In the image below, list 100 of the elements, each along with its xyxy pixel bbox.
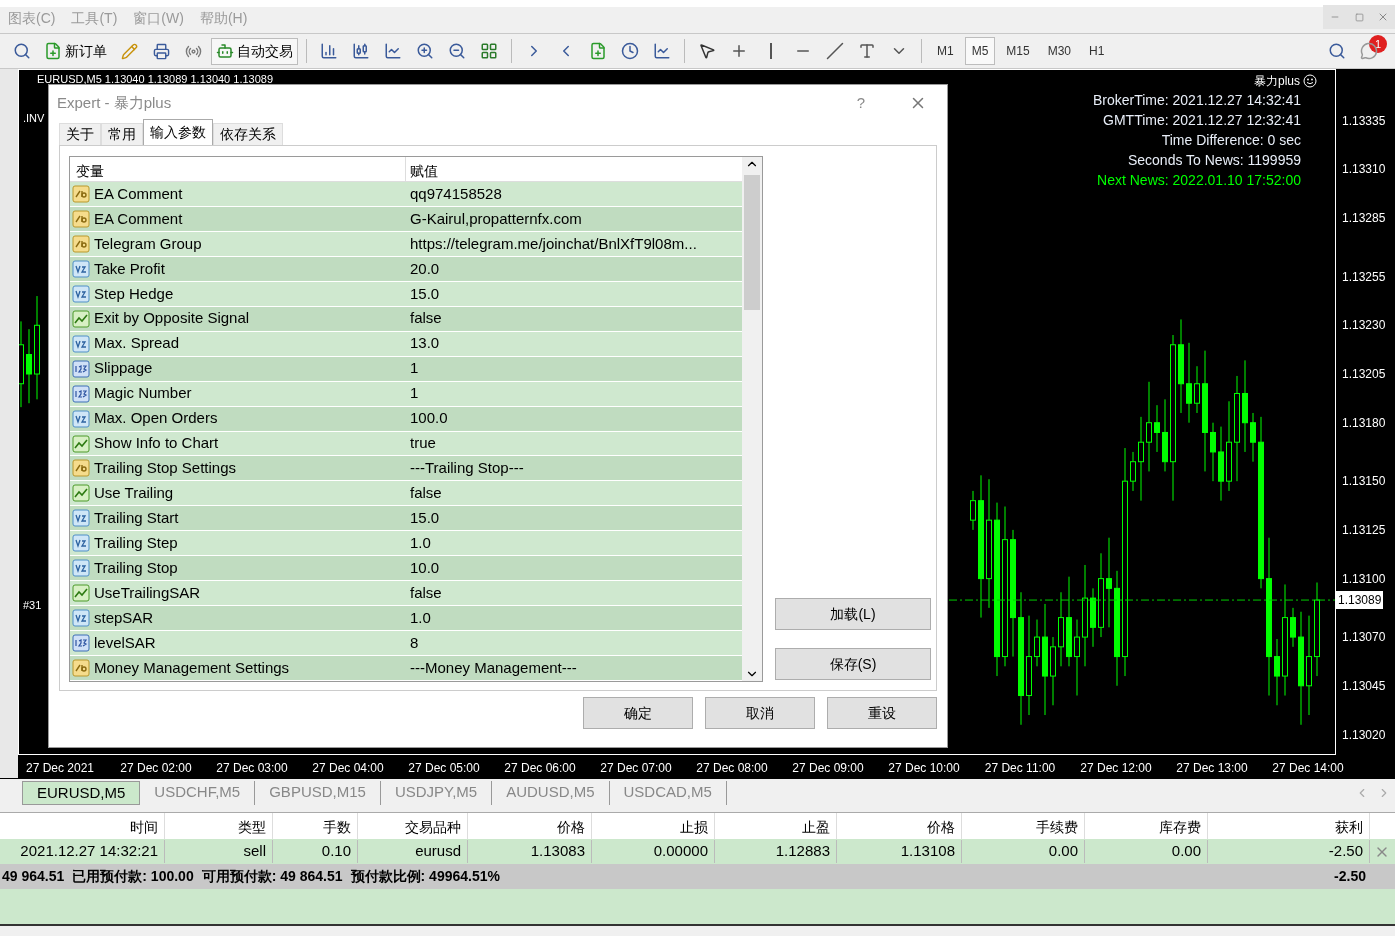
- timeframe-button[interactable]: M1: [930, 37, 961, 65]
- parameter-value[interactable]: 1.0: [406, 606, 742, 630]
- time-label: 27 Dec 02:00: [120, 760, 192, 777]
- price-label: 1.13255: [1342, 268, 1386, 286]
- parameter-value[interactable]: ---Trailing Stop---: [406, 457, 742, 480]
- dialog-button[interactable]: 取消: [705, 697, 815, 729]
- chart-info-text: Next News: 2022.01.10 17:52:00: [1097, 171, 1301, 190]
- candle-body: [1114, 587, 1120, 658]
- candle-body: [1226, 441, 1232, 482]
- parameter-value[interactable]: 10.0: [406, 557, 742, 580]
- smiley-icon: [1303, 74, 1317, 88]
- parameter-value[interactable]: false: [406, 482, 742, 505]
- parameter-name[interactable]: Slippage: [94, 357, 153, 380]
- parameter-value[interactable]: 8: [406, 631, 742, 655]
- scrollbar-thumb[interactable]: [744, 175, 760, 310]
- dialog-tab[interactable]: 常用: [101, 123, 143, 145]
- column-header[interactable]: 变量: [70, 157, 406, 181]
- parameter-name[interactable]: Max. Spread: [94, 332, 180, 355]
- candle-body: [1130, 461, 1136, 482]
- chart-info-text: Time Difference: 0 sec: [1161, 131, 1301, 150]
- candle-body: [1074, 636, 1080, 658]
- parameter-value[interactable]: 100.0: [406, 407, 742, 430]
- parameter-name[interactable]: EA Comment: [94, 182, 183, 206]
- time-label: 27 Dec 11:00: [984, 760, 1056, 777]
- timeframe-button[interactable]: M5: [964, 37, 996, 65]
- parameter-value[interactable]: 13.0: [406, 332, 742, 355]
- parameter-value[interactable]: 1.0: [406, 532, 742, 555]
- parameter-name[interactable]: Take Profit: [94, 257, 165, 281]
- dialog-button[interactable]: 加载(L): [775, 598, 931, 630]
- parameter-name[interactable]: Use Trailing: [94, 482, 174, 505]
- parameter-value[interactable]: 15.0: [406, 282, 742, 306]
- parameter-name[interactable]: Trailing Stop Settings: [94, 457, 237, 480]
- integer-type-icon: [72, 384, 90, 403]
- new-order-button[interactable]: 新订单: [40, 40, 111, 62]
- parameter-value[interactable]: false: [406, 307, 742, 330]
- parameter-value[interactable]: https://telegram.me/joinchat/BnlXfT9l08m...: [406, 232, 742, 256]
- candle-body: [1290, 617, 1296, 638]
- price-label: 1.13045: [1342, 677, 1386, 695]
- time-label: 27 Dec 09:00: [792, 760, 864, 777]
- dialog-tab[interactable]: 依存关系: [213, 123, 283, 145]
- parameter-name[interactable]: Magic Number: [94, 382, 192, 405]
- candle-body: [1066, 617, 1072, 658]
- candle-wick: [1212, 422, 1214, 482]
- parameter-value[interactable]: G-Kairul,propatternfx.com: [406, 207, 742, 231]
- auto-trading-button[interactable]: 自动交易: [211, 37, 298, 65]
- timeframe-button[interactable]: M30: [1040, 37, 1079, 65]
- dialog-button[interactable]: 重设: [827, 697, 937, 729]
- parameter-value[interactable]: ---Money Management---: [406, 656, 742, 680]
- decimal-type-icon: [72, 609, 90, 628]
- decimal-type-icon: [72, 409, 90, 428]
- column-header[interactable]: 赋值: [406, 157, 742, 181]
- parameter-name[interactable]: Max. Open Orders: [94, 407, 218, 430]
- price-label: 1.13230: [1342, 317, 1386, 335]
- parameter-name[interactable]: Show Info to Chart: [94, 432, 219, 455]
- notification-badge: 1: [1369, 35, 1387, 53]
- parameter-value[interactable]: qq974158528: [406, 182, 742, 206]
- parameter-name[interactable]: Trailing Stop: [94, 557, 178, 580]
- candle-body: [1282, 617, 1288, 677]
- text-type-icon: [72, 659, 90, 678]
- scrollbar[interactable]: [742, 157, 762, 681]
- parameter-name[interactable]: Trailing Step: [94, 532, 178, 555]
- dialog-button[interactable]: 保存(S): [775, 648, 931, 680]
- dialog-tab[interactable]: 输入参数: [143, 119, 213, 145]
- dialog-button[interactable]: 确定: [583, 697, 693, 729]
- timeframe-button[interactable]: H1: [1082, 37, 1112, 65]
- candle-body: [1050, 646, 1056, 677]
- parameter-value[interactable]: 20.0: [406, 257, 742, 281]
- table-cell: 0.00: [1085, 840, 1208, 863]
- symbol-tab[interactable]: EURUSD,M5: [22, 780, 141, 805]
- parameter-name[interactable]: UseTrailingSAR: [94, 581, 201, 605]
- parameter-name[interactable]: Exit by Opposite Signal: [94, 307, 250, 330]
- timeframe-button[interactable]: M15: [999, 37, 1037, 65]
- chart-label: #31: [23, 598, 42, 613]
- parameter-name[interactable]: Money Management Settings: [94, 656, 290, 680]
- candle-body: [26, 354, 32, 375]
- dialog-tab[interactable]: 关于: [59, 123, 101, 145]
- price-label: 1.13100: [1342, 570, 1386, 588]
- help-button[interactable]: ?: [856, 91, 865, 115]
- candle-body: [1026, 656, 1032, 697]
- parameter-value[interactable]: 15.0: [406, 507, 742, 530]
- parameter-name[interactable]: Step Hedge: [94, 282, 174, 306]
- parameter-value[interactable]: 1: [406, 357, 742, 380]
- candle-body: [1034, 636, 1040, 658]
- parameter-value[interactable]: 1: [406, 382, 742, 405]
- parameter-value[interactable]: true: [406, 432, 742, 455]
- parameter-name[interactable]: Trailing Start: [94, 507, 179, 530]
- candle-body: [1138, 441, 1144, 463]
- parameter-name[interactable]: stepSAR: [94, 606, 154, 630]
- time-label: 27 Dec 07:00: [600, 760, 672, 777]
- parameter-name[interactable]: levelSAR: [94, 631, 156, 655]
- candle-body: [986, 519, 992, 580]
- parameter-name[interactable]: EA Comment: [94, 207, 183, 231]
- parameter-value[interactable]: false: [406, 581, 742, 605]
- candle-body: [1314, 599, 1320, 658]
- summary-item: 已用预付款: 100.00: [72, 867, 194, 886]
- indicator-title: 暴力plus: [1254, 73, 1300, 90]
- parameter-name[interactable]: Telegram Group: [94, 232, 202, 256]
- candle-body: [1274, 656, 1280, 677]
- table-cell: 2021.12.27 14:32:21: [0, 840, 165, 863]
- candle-body: [1098, 578, 1104, 628]
